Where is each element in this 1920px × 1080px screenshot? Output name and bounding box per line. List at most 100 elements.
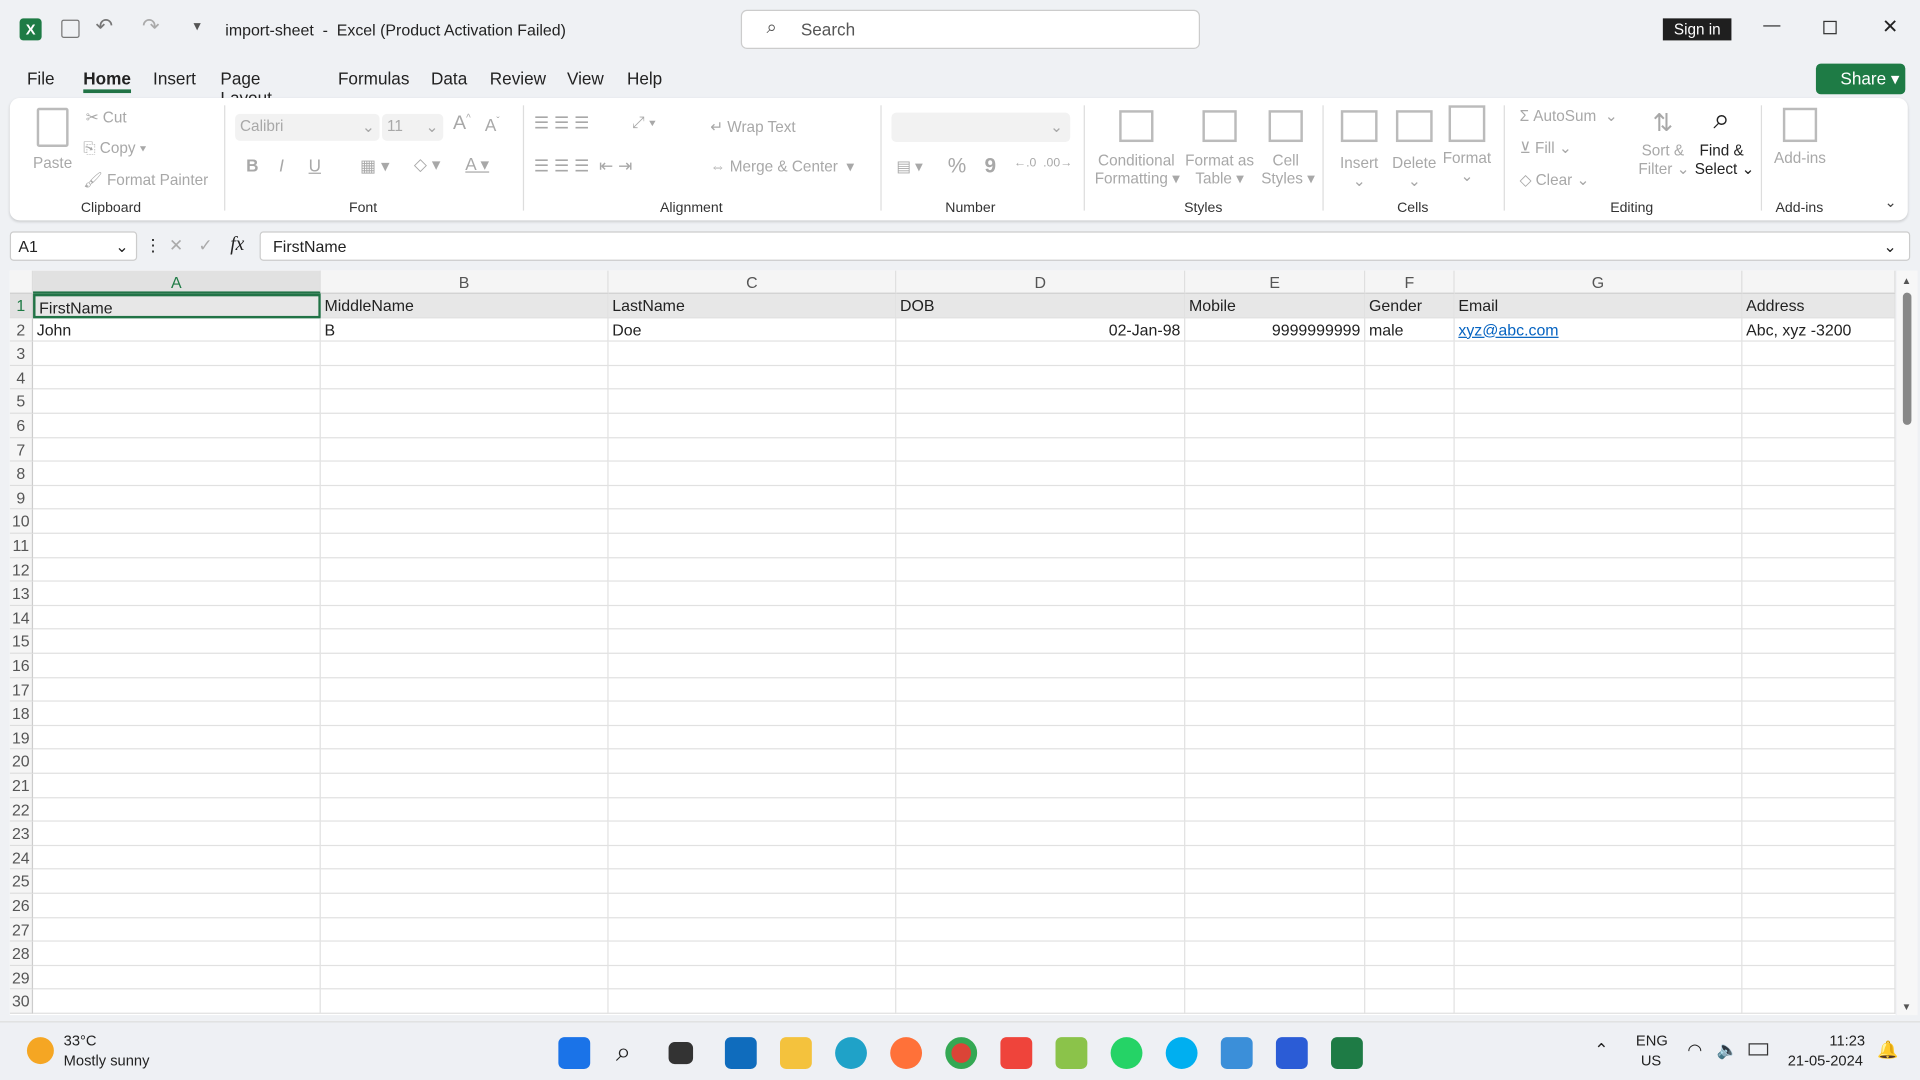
font-color-icon[interactable]: A ▾ [465, 154, 489, 175]
row-header[interactable]: 25 [9, 869, 34, 894]
cell[interactable] [608, 941, 897, 966]
cell[interactable] [1454, 485, 1743, 510]
row-header[interactable]: 9 [9, 485, 34, 510]
cut-button[interactable]: ✂ Cut [86, 108, 127, 126]
wrap-text-button[interactable]: ↵ Wrap Text [710, 118, 795, 136]
cell[interactable] [1185, 965, 1366, 990]
cell[interactable] [608, 989, 897, 1014]
cell[interactable] [33, 365, 321, 390]
cell[interactable] [33, 461, 321, 486]
cell[interactable] [1185, 485, 1366, 510]
fill-color-icon[interactable]: ◇ ▾ [414, 154, 441, 175]
cell[interactable] [1185, 557, 1366, 582]
cell[interactable] [896, 821, 1186, 846]
cell[interactable]: B [320, 317, 609, 342]
cell[interactable] [1365, 413, 1455, 438]
cell[interactable] [33, 773, 321, 798]
cell[interactable] [1185, 341, 1366, 366]
wifi-icon[interactable]: ◠ [1687, 1040, 1702, 1061]
cell[interactable] [320, 797, 609, 822]
cell[interactable] [1365, 437, 1455, 462]
cell[interactable] [1365, 461, 1455, 486]
cell[interactable] [33, 437, 321, 462]
conditional-formatting-button[interactable]: Conditional Formatting ▾ [1095, 110, 1180, 187]
orientation-icon[interactable]: ⤢ ▾ [632, 113, 656, 133]
row-header[interactable]: 1 [9, 293, 34, 318]
cell[interactable] [896, 437, 1186, 462]
row-header[interactable]: 8 [9, 461, 34, 486]
cell[interactable]: MiddleName [320, 293, 609, 318]
cell[interactable] [33, 725, 321, 750]
cell[interactable] [1742, 653, 1896, 678]
cell[interactable] [608, 533, 897, 558]
cell[interactable] [33, 941, 321, 966]
cell[interactable] [1365, 653, 1455, 678]
cell[interactable] [608, 749, 897, 774]
notification-icon[interactable]: 🔔 [1877, 1040, 1898, 1061]
cell[interactable]: Email [1454, 293, 1743, 318]
cell[interactable] [1185, 797, 1366, 822]
cell[interactable] [1185, 581, 1366, 606]
cell[interactable] [896, 581, 1186, 606]
cell[interactable] [896, 917, 1186, 942]
cell[interactable] [896, 653, 1186, 678]
cell[interactable] [1365, 605, 1455, 630]
firefox-icon[interactable] [890, 1037, 923, 1069]
volume-icon[interactable]: 🔈 [1717, 1040, 1738, 1061]
delete-cells-button[interactable]: Delete ⌄ [1391, 110, 1438, 190]
cell[interactable] [608, 389, 897, 414]
column-header[interactable]: B [320, 270, 609, 294]
cell[interactable] [608, 653, 897, 678]
cell[interactable] [33, 893, 321, 918]
cell[interactable] [1742, 509, 1896, 534]
cell[interactable] [896, 989, 1186, 1014]
row-header[interactable]: 24 [9, 845, 34, 870]
cell[interactable] [608, 701, 897, 726]
row-header[interactable]: 23 [9, 821, 34, 846]
more-options-icon[interactable]: ⋮ [144, 235, 161, 256]
cell[interactable] [1742, 557, 1896, 582]
cell[interactable]: DOB [896, 293, 1186, 318]
cell[interactable] [1185, 725, 1366, 750]
cell[interactable] [33, 581, 321, 606]
cell[interactable] [1365, 989, 1455, 1014]
copy-button[interactable]: ⎘ Copy ▾ [83, 140, 146, 158]
spreadsheet-grid[interactable]: A B C D E F G 1 FirstName MiddleName LastName DOB Mo… [9, 270, 1896, 1016]
cell[interactable] [33, 389, 321, 414]
cell[interactable] [1742, 965, 1896, 990]
cell[interactable] [1185, 749, 1366, 774]
row-header[interactable]: 4 [9, 365, 34, 390]
cell[interactable] [1365, 581, 1455, 606]
row-header[interactable]: 26 [9, 893, 34, 918]
cell[interactable] [1742, 893, 1896, 918]
cell[interactable]: Mobile [1185, 293, 1366, 318]
cell[interactable] [896, 701, 1186, 726]
cell[interactable] [1365, 725, 1455, 750]
column-header[interactable]: C [608, 270, 897, 294]
cell[interactable] [1454, 509, 1743, 534]
cell[interactable] [1365, 845, 1455, 870]
cell[interactable] [1454, 557, 1743, 582]
autosum-button[interactable]: Σ AutoSum ⌄ [1520, 107, 1618, 125]
cell[interactable] [320, 845, 609, 870]
cell[interactable] [896, 509, 1186, 534]
scrollbar-thumb[interactable] [1902, 292, 1912, 425]
cell-styles-button[interactable]: Cell Styles ▾ [1261, 110, 1315, 187]
cell[interactable] [1365, 821, 1455, 846]
cell[interactable] [320, 509, 609, 534]
cell[interactable] [320, 893, 609, 918]
row-header[interactable]: 12 [9, 557, 34, 582]
cell[interactable] [608, 773, 897, 798]
cell[interactable] [1365, 677, 1455, 702]
cell[interactable] [1185, 437, 1366, 462]
cell[interactable] [608, 821, 897, 846]
row-header[interactable]: 3 [9, 341, 34, 366]
cell[interactable] [1742, 413, 1896, 438]
pin-app-icon[interactable] [1275, 1037, 1308, 1069]
sort-filter-button[interactable]: ⇅ Sort & Filter ⌄ [1638, 108, 1689, 177]
cell[interactable] [896, 341, 1186, 366]
row-header[interactable]: 10 [9, 509, 34, 534]
row-header[interactable]: 6 [9, 413, 34, 438]
column-header[interactable] [1742, 270, 1896, 294]
cell[interactable] [33, 413, 321, 438]
